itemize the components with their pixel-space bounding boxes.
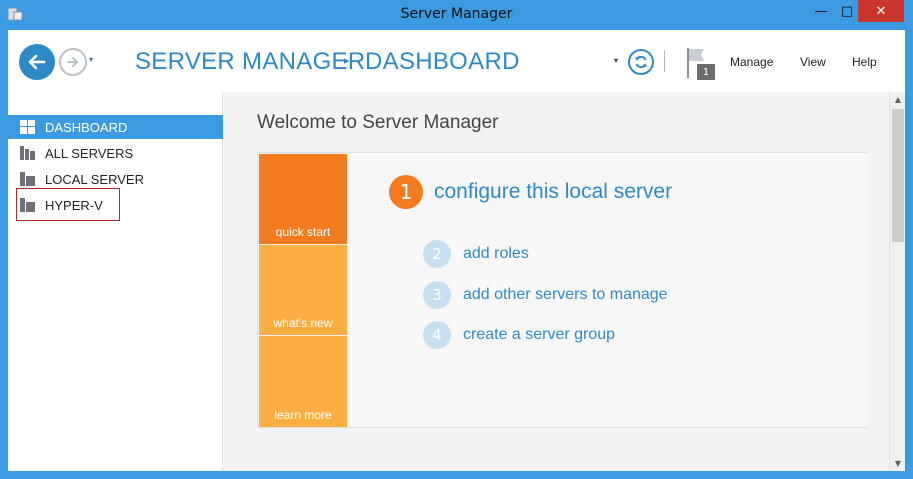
step-number-badge: 2 [423,240,451,268]
tile-learn-more[interactable]: learn more [259,336,347,427]
title-bar: Server Manager — □ ✕ [0,0,913,30]
scroll-down-button[interactable]: ▼ [890,456,906,471]
welcome-panel: quick start what's new learn more 1 conf… [257,152,868,428]
quick-start-steps: 1 configure this local server 2 add role… [348,153,868,427]
arrow-left-icon [28,54,46,70]
sidebar-item-label: LOCAL SERVER [45,171,144,187]
manage-menu[interactable]: Manage [730,55,773,69]
step-number-badge: 3 [423,281,451,309]
breadcrumb-separator-icon: ▸ [344,54,350,67]
scroll-up-button[interactable]: ▲ [890,92,906,107]
forward-button[interactable] [59,48,87,76]
window-title: Server Manager [400,6,513,22]
header-divider [664,50,665,72]
notification-count-badge: 1 [697,64,715,80]
refresh-button[interactable] [628,49,654,75]
add-other-servers-link[interactable]: add other servers to manage [463,286,668,304]
back-button[interactable] [19,44,55,80]
arrow-right-icon [67,57,78,67]
servers-icon [20,146,35,160]
tile-label: what's new [273,316,333,330]
tile-whats-new[interactable]: what's new [259,245,347,335]
scrollbar-thumb[interactable] [892,109,904,242]
add-roles-link[interactable]: add roles [463,245,529,263]
sidebar: DASHBOARD ALL SERVERS LOCAL SERVER HYPER… [8,92,223,471]
minimize-button[interactable]: — [806,0,836,22]
create-server-group-link[interactable]: create a server group [463,326,615,344]
navigation-history-dropdown[interactable]: ▾ [89,55,93,64]
sidebar-item-label: DASHBOARD [45,119,128,135]
view-menu[interactable]: View [800,55,826,69]
refresh-icon [635,55,647,69]
tile-quick-start[interactable]: quick start [259,154,347,244]
sidebar-item-dashboard[interactable]: DASHBOARD [8,115,223,139]
close-button[interactable]: ✕ [858,0,904,22]
vertical-scrollbar[interactable]: ▲ ▼ [889,92,905,471]
annotation-highlight-box [16,188,120,221]
maximize-button[interactable]: □ [836,0,858,22]
sidebar-item-all-servers[interactable]: ALL SERVERS [8,141,223,165]
tile-label: learn more [274,408,332,422]
sidebar-item-label: ALL SERVERS [45,145,134,161]
step-number-badge: 1 [389,175,423,209]
dashboard-grid-icon [20,120,35,134]
step-number-badge: 4 [423,321,451,349]
refresh-dropdown[interactable]: ▾ [614,56,618,65]
welcome-heading: Welcome to Server Manager [257,112,499,133]
tile-label: quick start [275,225,331,239]
server-icon [20,172,35,186]
server-manager-window: ▾ SERVER MANAGER ▸ DASHBOARD ▾ 1 Manage … [8,30,905,471]
dashboard-content: Welcome to Server Manager quick start wh… [223,92,889,471]
header: ▾ SERVER MANAGER ▸ DASHBOARD ▾ 1 Manage … [8,30,905,92]
breadcrumb-root[interactable]: SERVER MANAGER [135,48,365,76]
configure-local-server-link[interactable]: configure this local server [434,180,672,204]
breadcrumb-current: DASHBOARD [365,48,520,75]
help-menu[interactable]: Help [852,55,877,69]
